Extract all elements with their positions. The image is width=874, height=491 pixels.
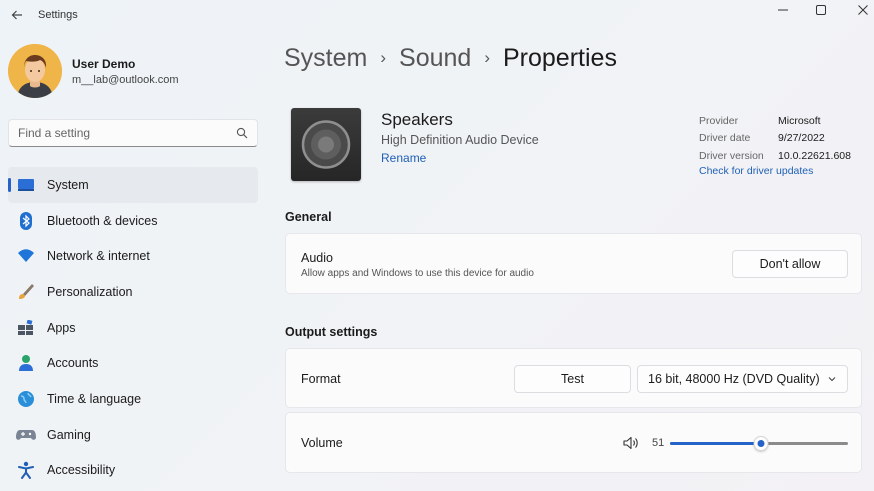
maximize-icon: [816, 5, 826, 15]
minimize-button[interactable]: [766, 0, 800, 20]
section-title-general: General: [285, 210, 332, 224]
dont-allow-button[interactable]: Don't allow: [732, 250, 848, 278]
sidebar-item-gaming[interactable]: Gaming: [8, 417, 258, 453]
volume-slider[interactable]: [670, 433, 848, 453]
accessibility-icon: [16, 460, 36, 480]
minimize-icon: [778, 9, 788, 11]
system-icon: [16, 175, 36, 195]
slider-fill: [670, 442, 761, 445]
volume-label: Volume: [301, 436, 343, 450]
accounts-icon: [16, 353, 36, 373]
driver-version-label: Driver version: [699, 149, 764, 162]
avatar[interactable]: [8, 44, 62, 98]
device-description: High Definition Audio Device: [381, 133, 539, 147]
breadcrumb-item-system[interactable]: System: [284, 44, 367, 73]
sidebar-item-label: Gaming: [47, 427, 91, 442]
speaker-volume-icon[interactable]: [623, 436, 639, 450]
format-select[interactable]: 16 bit, 48000 Hz (DVD Quality): [637, 365, 848, 393]
sidebar-item-accessibility[interactable]: Accessibility: [8, 453, 258, 489]
sidebar-item-label: Accounts: [47, 356, 99, 371]
sidebar-item-apps[interactable]: Apps: [8, 310, 258, 346]
sidebar-item-accounts[interactable]: Accounts: [8, 345, 258, 381]
back-button[interactable]: [8, 6, 26, 24]
provider-label: Provider: [699, 115, 739, 127]
chevron-down-icon: [828, 377, 836, 382]
maximize-button[interactable]: [804, 0, 838, 20]
rename-link[interactable]: Rename: [381, 151, 426, 165]
bluetooth-icon: [16, 211, 36, 231]
provider-value: Microsoft: [778, 115, 821, 127]
sidebar-item-label: Accessibility: [47, 463, 116, 478]
audio-label: Audio: [301, 251, 333, 265]
breadcrumb-item-sound[interactable]: Sound: [399, 44, 471, 73]
user-avatar-icon: [8, 44, 62, 98]
driver-info-labels: Provider Driver date Driver version: [699, 113, 764, 165]
speaker-icon: [291, 108, 361, 181]
section-title-output: Output settings: [285, 325, 378, 339]
app-title: Settings: [38, 9, 78, 21]
search-icon[interactable]: [236, 127, 248, 139]
breadcrumb: System › Sound › Properties: [284, 44, 617, 73]
volume-value: 51: [652, 437, 665, 449]
page-title: Properties: [503, 44, 617, 72]
volume-card: Volume 51: [285, 412, 862, 473]
sidebar-item-network[interactable]: Network & internet: [8, 238, 258, 274]
audio-description: Allow apps and Windows to use this devic…: [301, 268, 534, 279]
brush-icon: [16, 282, 36, 302]
sidebar-item-label: Personalization: [47, 284, 133, 299]
back-arrow-icon: [11, 10, 22, 20]
format-label: Format: [301, 372, 341, 386]
check-driver-updates-link[interactable]: Check for driver updates: [699, 165, 813, 177]
format-card: Format Test 16 bit, 48000 Hz (DVD Qualit…: [285, 348, 862, 408]
gamepad-icon: [16, 425, 36, 445]
search-input[interactable]: [18, 126, 228, 140]
globe-icon: [16, 389, 36, 409]
sidebar-item-system[interactable]: System: [8, 167, 258, 203]
sidebar-item-label: System: [47, 177, 89, 192]
breadcrumb-separator: ›: [380, 47, 387, 67]
slider-thumb[interactable]: [753, 436, 769, 451]
sidebar-item-personalization[interactable]: Personalization: [8, 274, 258, 310]
user-name: User Demo: [72, 57, 136, 71]
sidebar-item-label: Apps: [47, 320, 76, 335]
driver-version-value: 10.0.22621.608: [778, 149, 851, 162]
sidebar-item-bluetooth[interactable]: Bluetooth & devices: [8, 203, 258, 239]
apps-icon: [16, 318, 36, 338]
device-name: Speakers: [381, 110, 453, 129]
active-indicator: [8, 178, 11, 192]
close-icon: [858, 5, 868, 15]
driver-info-values: Microsoft 9/27/2022 10.0.22621.608: [778, 113, 851, 165]
sidebar-item-time-language[interactable]: Time & language: [8, 381, 258, 417]
sidebar-item-label: Network & internet: [47, 249, 150, 264]
title-bar: Settings: [0, 0, 874, 32]
sidebar-nav: System Bluetooth & devices Network & int…: [8, 167, 258, 488]
format-select-value: 16 bit, 48000 Hz (DVD Quality): [648, 372, 820, 386]
driver-date-label: Driver date: [699, 132, 751, 145]
close-button[interactable]: [846, 0, 874, 20]
driver-date-value: 9/27/2022: [778, 132, 825, 145]
sidebar-item-label: Bluetooth & devices: [47, 213, 158, 228]
audio-card: Audio Allow apps and Windows to use this…: [285, 233, 862, 294]
network-icon: [16, 246, 36, 266]
test-button[interactable]: Test: [514, 365, 631, 393]
sidebar-item-label: Time & language: [47, 391, 142, 406]
user-email: m__lab@outlook.com: [72, 74, 179, 86]
breadcrumb-separator: ›: [484, 47, 490, 67]
search-box[interactable]: [8, 119, 258, 147]
